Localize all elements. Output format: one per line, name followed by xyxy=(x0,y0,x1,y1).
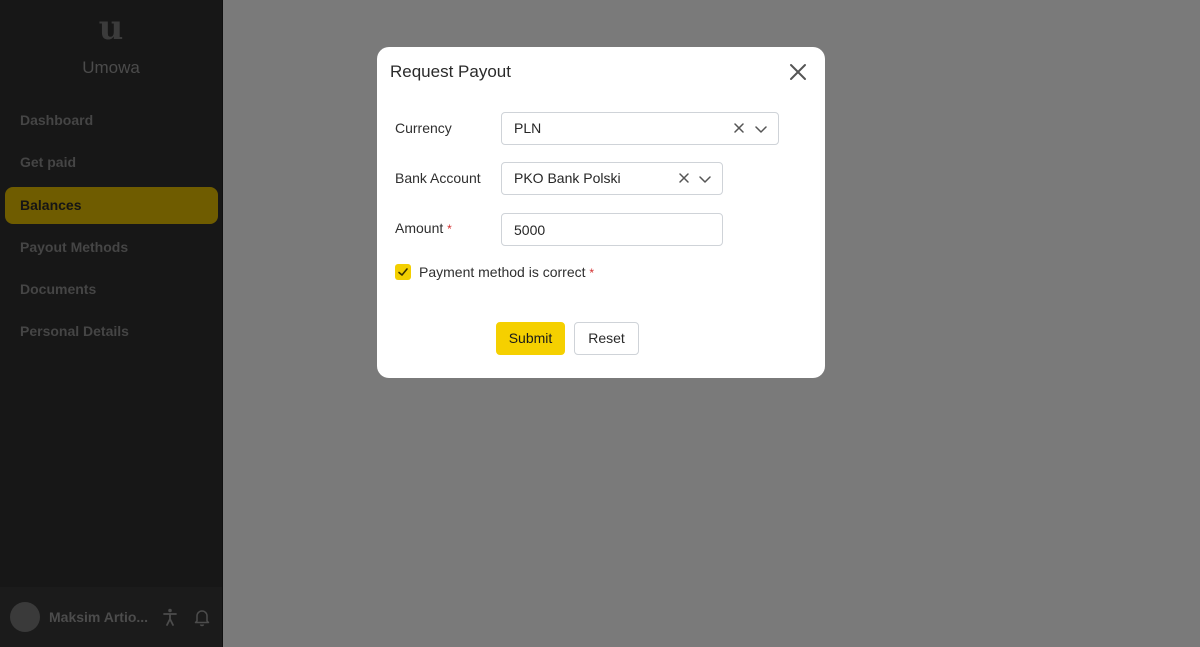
bank-account-label: Bank Account xyxy=(395,170,481,186)
currency-select[interactable]: PLN xyxy=(501,112,779,145)
amount-label: Amount * xyxy=(395,220,452,236)
sidebar-item-payout-methods[interactable]: Payout Methods xyxy=(5,229,218,266)
avatar[interactable] xyxy=(10,602,40,632)
clear-currency-icon[interactable] xyxy=(732,121,746,135)
payment-method-correct-label[interactable]: Payment method is correct * xyxy=(419,264,594,280)
modal-title: Request Payout xyxy=(390,62,511,81)
required-mark: * xyxy=(589,266,595,280)
currency-value: PLN xyxy=(514,120,542,136)
payment-method-correct-checkbox[interactable] xyxy=(395,264,411,280)
brand-name: Umowa xyxy=(82,58,140,77)
sidebar-item-balances[interactable]: Balances xyxy=(5,187,218,224)
amount-input[interactable] xyxy=(501,213,723,246)
sidebar-item-dashboard[interactable]: Dashboard xyxy=(5,102,218,139)
sidebar-item-personal-details[interactable]: Personal Details xyxy=(5,313,218,350)
checkbox-label-text: Payment method is correct xyxy=(419,264,586,280)
brand-logo[interactable]: u xyxy=(0,8,222,48)
bank-account-value: PKO Bank Polski xyxy=(514,170,621,186)
chevron-down-icon[interactable] xyxy=(754,122,768,136)
required-mark: * xyxy=(447,222,452,236)
accessibility-icon[interactable] xyxy=(159,606,181,628)
submit-button[interactable]: Submit xyxy=(496,322,565,355)
clear-bank-account-icon[interactable] xyxy=(677,171,691,185)
check-icon xyxy=(398,268,408,276)
sidebar: u Umowa Dashboard Get paid Balances Payo… xyxy=(0,0,223,647)
amount-label-text: Amount xyxy=(395,220,444,236)
user-name[interactable]: Maksim Artio... xyxy=(49,609,148,625)
sidebar-item-documents[interactable]: Documents xyxy=(5,271,218,308)
reset-button[interactable]: Reset xyxy=(574,322,639,355)
request-payout-modal: Request Payout Currency PLN Bank Account… xyxy=(377,47,825,378)
sidebar-item-get-paid[interactable]: Get paid xyxy=(5,144,218,181)
bank-account-select[interactable]: PKO Bank Polski xyxy=(501,162,723,195)
close-icon[interactable] xyxy=(788,62,808,82)
bell-icon[interactable] xyxy=(191,606,213,628)
sidebar-footer: Maksim Artio... xyxy=(0,587,222,647)
chevron-down-icon[interactable] xyxy=(698,172,712,186)
currency-label: Currency xyxy=(395,120,452,136)
